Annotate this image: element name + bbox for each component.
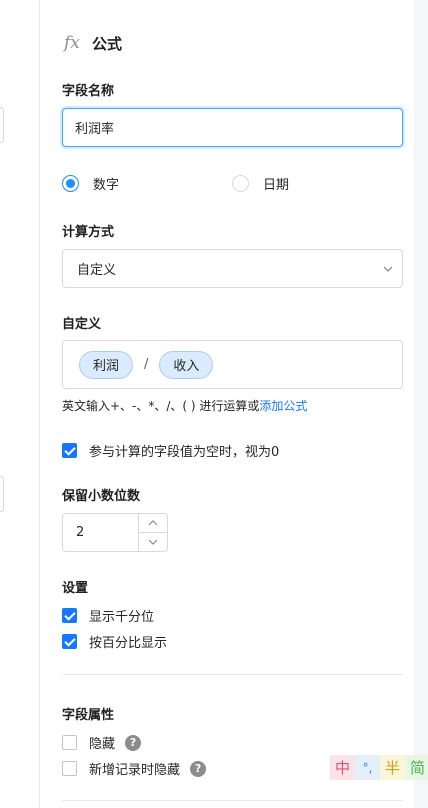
decrement-button[interactable] (139, 532, 167, 551)
attribute-item-label: 新增记录时隐藏 (89, 763, 181, 778)
checkbox-unchecked-icon (62, 761, 77, 776)
left-panel-input-edge (0, 476, 4, 512)
section-divider (62, 674, 403, 675)
help-icon[interactable]: ? (190, 760, 207, 777)
settings-label: 设置 (62, 581, 89, 596)
type-radio-number[interactable]: 数字 (62, 174, 119, 193)
empty-as-zero-checkbox[interactable]: 参与计算的字段值为空时，视为0 (62, 441, 279, 460)
field-name-input[interactable]: 利润率 (62, 108, 403, 147)
type-radio-label: 日期 (263, 178, 290, 193)
percent-display-checkbox[interactable]: 按百分比显示 (62, 632, 167, 651)
empty-as-zero-label: 参与计算的字段值为空时，视为0 (89, 445, 280, 460)
chevron-down-icon (383, 266, 393, 272)
thousands-separator-checkbox[interactable]: 显示千分位 (62, 606, 154, 625)
left-panel-input-edge (0, 107, 4, 143)
type-radio-label: 数字 (93, 178, 120, 193)
calc-method-value: 自定义 (77, 263, 117, 278)
decimals-label: 保留小数位数 (62, 489, 141, 504)
custom-label: 自定义 (62, 317, 102, 332)
checkbox-unchecked-icon (62, 735, 77, 750)
section-divider (62, 800, 403, 801)
calc-method-label: 计算方式 (62, 225, 115, 240)
ime-toolbar[interactable]: 中 °, 半 简 (330, 755, 428, 780)
field-name-value: 利润率 (75, 122, 115, 137)
chevron-up-icon (148, 520, 158, 526)
decimals-stepper[interactable]: 2 (62, 513, 168, 552)
formula-operator: / (144, 357, 149, 372)
ime-punctuation-mode[interactable]: °, (355, 755, 380, 780)
type-radio-date[interactable]: 日期 (232, 174, 289, 193)
checkbox-checked-icon (62, 443, 77, 458)
radio-checked-icon (62, 175, 79, 192)
settings-item-label: 显示千分位 (89, 610, 155, 625)
attribute-item-label: 隐藏 (89, 737, 116, 752)
help-icon[interactable]: ? (125, 734, 142, 751)
field-token[interactable]: 利润 (79, 350, 134, 379)
field-attributes-label: 字段属性 (62, 708, 115, 723)
ime-half-width-mode[interactable]: 半 (380, 755, 405, 780)
right-gutter (414, 0, 428, 808)
ime-chinese-mode[interactable]: 中 (330, 755, 355, 780)
field-name-label: 字段名称 (62, 84, 115, 99)
fx-icon: fx (64, 33, 80, 53)
calc-method-select[interactable]: 自定义 (62, 249, 403, 288)
formula-hint: 英文输入+、-、*、/、( ) 进行运算或添加公式 (62, 397, 307, 414)
increment-button[interactable] (139, 514, 167, 532)
panel-title: 公式 (92, 34, 123, 53)
ime-simplified-mode[interactable]: 简 (405, 755, 428, 780)
panel-header: fx 公式 (64, 30, 122, 56)
left-panel-edge (0, 0, 40, 808)
settings-item-label: 按百分比显示 (89, 636, 168, 651)
decimals-value[interactable]: 2 (63, 514, 138, 551)
field-token[interactable]: 收入 (159, 350, 214, 379)
hide-on-create-checkbox[interactable]: 新增记录时隐藏 ? (62, 759, 207, 778)
add-formula-link[interactable]: 添加公式 (259, 399, 307, 413)
checkbox-checked-icon (62, 608, 77, 623)
chevron-down-icon (148, 539, 158, 545)
checkbox-checked-icon (62, 634, 77, 649)
formula-editor[interactable]: 利润 / 收入 (62, 340, 403, 389)
hidden-checkbox[interactable]: 隐藏 ? (62, 733, 142, 752)
formula-hint-text: 英文输入+、-、*、/、( ) 进行运算或 (62, 399, 260, 413)
formula-field-panel: fx 公式 字段名称 利润率 数字 日期 计算方式 自定义 自定义 利润 / 收… (40, 0, 414, 808)
radio-unchecked-icon (232, 175, 249, 192)
